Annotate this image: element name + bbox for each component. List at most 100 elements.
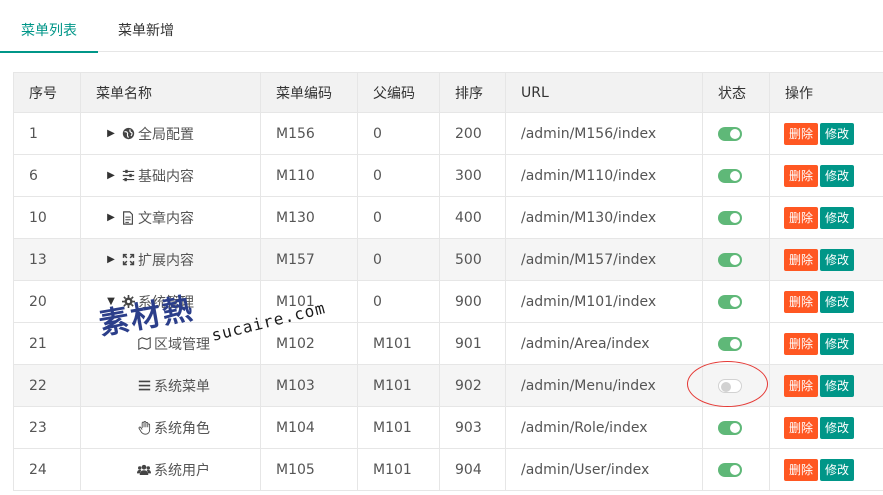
status-toggle[interactable] <box>718 378 742 393</box>
delete-button[interactable]: 删除 <box>784 206 819 229</box>
edit-button[interactable]: 修改 <box>820 290 855 313</box>
row-status-cell <box>702 448 770 491</box>
status-toggle[interactable] <box>718 252 742 267</box>
row-name: 系统用户 <box>154 462 210 479</box>
column-header-name: 菜单名称 <box>80 72 261 113</box>
tab-menu-add[interactable]: 菜单新增 <box>98 0 194 52</box>
active-tab-underline <box>0 51 98 53</box>
expand-arrow-icon[interactable]: ▶ <box>105 212 117 223</box>
row-name-cell: ▶ 文章内容 <box>80 196 261 239</box>
row-name: 基础内容 <box>138 168 194 185</box>
row-parent: 0 <box>357 196 440 239</box>
status-toggle[interactable] <box>718 168 742 183</box>
expand-icon <box>121 253 135 267</box>
row-code: M105 <box>260 448 358 491</box>
column-header-parent: 父编码 <box>357 72 440 113</box>
edit-button[interactable]: 修改 <box>820 416 855 439</box>
row-code: M101 <box>260 280 358 323</box>
row-url: /admin/M110/index <box>505 154 703 197</box>
row-name-cell: 系统用户 <box>80 448 261 491</box>
status-toggle[interactable] <box>718 210 742 225</box>
row-parent: 0 <box>357 238 440 281</box>
edit-button[interactable]: 修改 <box>820 248 855 271</box>
edit-button[interactable]: 修改 <box>820 374 855 397</box>
column-header-actions: 操作 <box>769 72 883 113</box>
table-row: 22 系统菜单 M103 M101 902/admin/Menu/index 删除 修改 <box>13 364 883 407</box>
row-name-cell: ▶ 扩展内容 <box>80 238 261 281</box>
status-toggle[interactable] <box>718 336 742 351</box>
delete-button[interactable]: 删除 <box>784 416 819 439</box>
row-id: 10 <box>13 196 81 239</box>
toggle-knob <box>730 212 740 223</box>
status-toggle[interactable] <box>718 462 742 477</box>
delete-button[interactable]: 删除 <box>784 332 819 355</box>
expand-arrow-icon[interactable]: ▶ <box>105 170 117 181</box>
row-status-cell <box>702 406 770 449</box>
row-url: /admin/M130/index <box>505 196 703 239</box>
row-actions-cell: 删除 修改 <box>769 280 883 323</box>
delete-button[interactable]: 删除 <box>784 164 819 187</box>
row-sort: 300 <box>439 154 506 197</box>
row-sort: 902 <box>439 364 506 407</box>
tab-menu-list[interactable]: 菜单列表 <box>0 0 98 53</box>
row-actions-cell: 删除 修改 <box>769 448 883 491</box>
status-toggle[interactable] <box>718 126 742 141</box>
document-icon <box>121 210 135 225</box>
toggle-knob <box>730 254 740 265</box>
row-code: M102 <box>260 322 358 365</box>
column-header-code: 菜单编码 <box>260 72 358 113</box>
row-status-cell <box>702 112 770 155</box>
delete-button[interactable]: 删除 <box>784 374 819 397</box>
globe-icon <box>121 127 135 141</box>
row-code: M110 <box>260 154 358 197</box>
collapse-arrow-icon[interactable]: ▼ <box>105 296 117 307</box>
tab-menu-list-label: 菜单列表 <box>21 23 77 39</box>
row-status-cell <box>702 280 770 323</box>
menu-table: 序号 菜单名称 菜单编码 父编码 排序 URL 状态 操作 1 ▶ 全局配置 M156… <box>13 72 883 491</box>
expand-arrow-icon[interactable]: ▶ <box>105 254 117 265</box>
delete-button[interactable]: 删除 <box>784 458 819 481</box>
delete-button[interactable]: 删除 <box>784 248 819 271</box>
expand-arrow-icon[interactable]: ▶ <box>105 128 117 139</box>
row-status-cell <box>702 154 770 197</box>
row-name-cell: 区域管理 <box>80 322 261 365</box>
delete-button[interactable]: 删除 <box>784 122 819 145</box>
menu-table-container: 序号 菜单名称 菜单编码 父编码 排序 URL 状态 操作 1 ▶ 全局配置 M156… <box>13 72 883 495</box>
row-parent: 0 <box>357 280 440 323</box>
row-id: 13 <box>13 238 81 281</box>
tab-menu-add-label: 菜单新增 <box>118 23 174 39</box>
row-sort: 500 <box>439 238 506 281</box>
row-url: /admin/M156/index <box>505 112 703 155</box>
edit-button[interactable]: 修改 <box>820 332 855 355</box>
sliders-icon <box>121 169 135 183</box>
row-name-cell: ▶ 基础内容 <box>80 154 261 197</box>
toggle-knob <box>730 338 740 349</box>
edit-button[interactable]: 修改 <box>820 122 855 145</box>
tab-bar: 菜单列表 菜单新增 <box>0 0 883 53</box>
row-sort: 903 <box>439 406 506 449</box>
table-row: 21 区域管理 M102 M101 901/admin/Area/index 删除 修改 <box>13 322 883 365</box>
row-code: M157 <box>260 238 358 281</box>
row-code: M130 <box>260 196 358 239</box>
row-name-cell: ▶ 全局配置 <box>80 112 261 155</box>
row-name: 全局配置 <box>138 126 194 143</box>
row-actions-cell: 删除 修改 <box>769 364 883 407</box>
row-url: /admin/M157/index <box>505 238 703 281</box>
toggle-knob <box>730 296 740 307</box>
status-toggle[interactable] <box>718 420 742 435</box>
status-toggle[interactable] <box>718 294 742 309</box>
table-row: 23 系统角色 M104 M101 903/admin/Role/index 删除 修改 <box>13 406 883 449</box>
edit-button[interactable]: 修改 <box>820 206 855 229</box>
edit-button[interactable]: 修改 <box>820 164 855 187</box>
row-id: 22 <box>13 364 81 407</box>
row-status-cell <box>702 196 770 239</box>
toggle-knob <box>730 170 740 181</box>
row-actions-cell: 删除 修改 <box>769 238 883 281</box>
row-status-cell <box>702 322 770 365</box>
delete-button[interactable]: 删除 <box>784 290 819 313</box>
row-id: 21 <box>13 322 81 365</box>
row-actions-cell: 删除 修改 <box>769 154 883 197</box>
hand-icon <box>137 420 151 435</box>
edit-button[interactable]: 修改 <box>820 458 855 481</box>
row-code: M156 <box>260 112 358 155</box>
